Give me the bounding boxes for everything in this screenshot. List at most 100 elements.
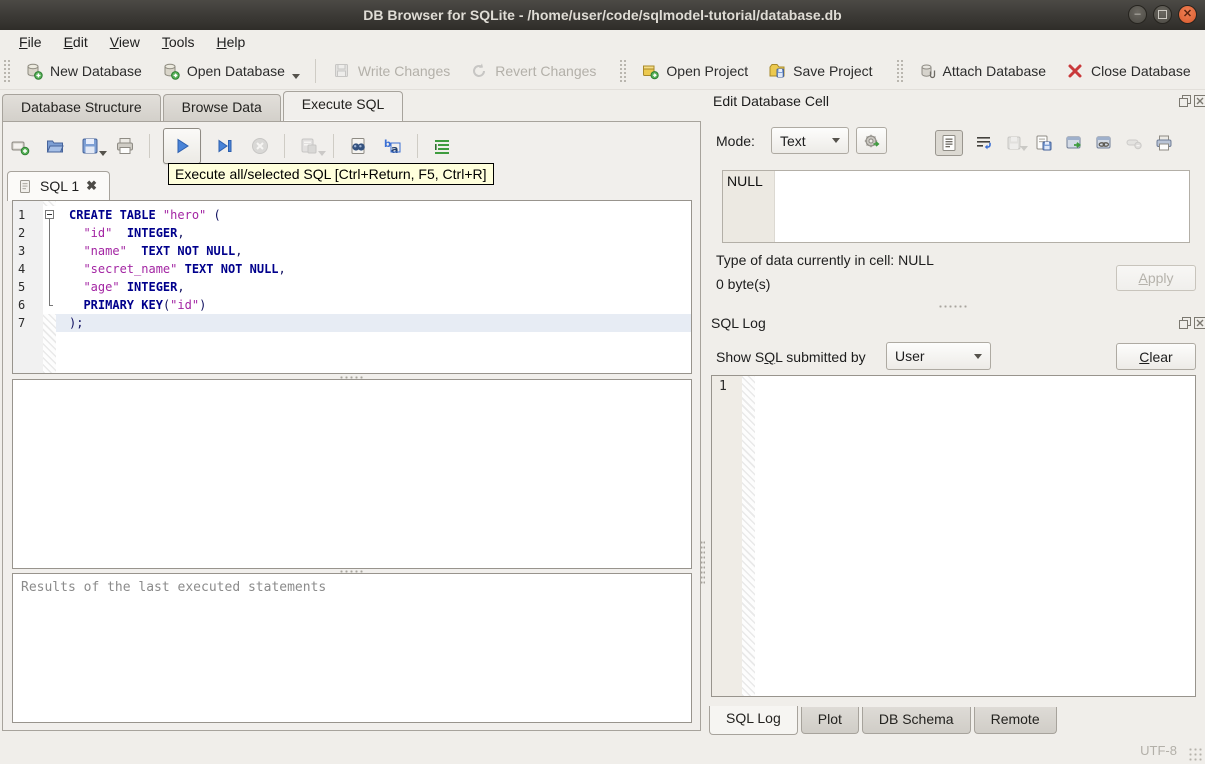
tab-db-schema[interactable]: DB Schema bbox=[861, 707, 971, 734]
save-project-button[interactable]: Save Project bbox=[757, 55, 881, 87]
results-message-panel[interactable]: Results of the last executed statements bbox=[12, 573, 692, 723]
write-changes-button: Write Changes bbox=[322, 55, 459, 87]
save-sql-file-icon[interactable] bbox=[79, 135, 107, 157]
cell-type-info: Type of data currently in cell: NULL bbox=[716, 252, 934, 268]
menu-view[interactable]: View bbox=[101, 32, 149, 52]
sql-tab-close-icon[interactable]: ✖ bbox=[86, 178, 97, 194]
fold-margin[interactable] bbox=[43, 206, 56, 224]
import-value-button[interactable] bbox=[856, 127, 887, 154]
minimize-button[interactable]: – bbox=[1128, 5, 1147, 24]
menu-edit[interactable]: Edit bbox=[55, 32, 97, 52]
sql-toolbar-separator bbox=[149, 134, 150, 158]
clear-log-button[interactable]: Clear bbox=[1116, 343, 1196, 370]
toolbar-handle[interactable] bbox=[3, 59, 11, 83]
save-as-value-icon[interactable] bbox=[1035, 134, 1053, 152]
new-database-button[interactable]: New Database bbox=[14, 55, 151, 87]
link-value-icon[interactable] bbox=[1095, 134, 1113, 152]
mode-select[interactable]: Text bbox=[771, 127, 849, 154]
close-dock-icon[interactable] bbox=[1194, 317, 1205, 329]
tab-database-structure[interactable]: Database Structure bbox=[2, 94, 161, 121]
open-database-dropdown-icon[interactable] bbox=[291, 74, 300, 79]
line-number: 4 bbox=[18, 262, 26, 276]
results-grid-panel[interactable] bbox=[12, 379, 692, 569]
fold-margin[interactable] bbox=[43, 242, 56, 260]
execute-all-button[interactable] bbox=[163, 128, 201, 164]
execute-current-line-icon[interactable] bbox=[214, 135, 236, 157]
open-database-button[interactable]: Open Database bbox=[151, 55, 309, 87]
save-results-icon bbox=[298, 135, 326, 157]
maximize-button[interactable] bbox=[1153, 5, 1172, 24]
print-icon[interactable] bbox=[114, 135, 136, 157]
print-value-icon[interactable] bbox=[1155, 134, 1173, 152]
word-wrap-icon[interactable] bbox=[975, 134, 993, 152]
line-number: 2 bbox=[18, 226, 26, 240]
close-button[interactable]: ✕ bbox=[1178, 5, 1197, 24]
sql-code-editor[interactable]: 1 CREATE TABLE "hero" ( 2 "id" INTEGER, … bbox=[12, 200, 692, 374]
close-database-button[interactable]: Close Database bbox=[1055, 55, 1200, 87]
fold-margin[interactable] bbox=[43, 260, 56, 278]
encoding-indicator[interactable]: UTF-8 bbox=[1140, 743, 1177, 758]
text-mode-button[interactable] bbox=[935, 130, 963, 156]
sql-tab-1[interactable]: SQL 1 ✖ bbox=[7, 171, 111, 201]
fold-margin[interactable] bbox=[43, 314, 56, 332]
tab-plot[interactable]: Plot bbox=[800, 707, 859, 734]
sql-document-icon bbox=[18, 179, 33, 194]
toolbar-handle[interactable] bbox=[895, 59, 904, 83]
open-database-label: Open Database bbox=[186, 63, 285, 79]
fold-margin[interactable] bbox=[43, 296, 56, 314]
close-dock-icon[interactable] bbox=[1194, 95, 1205, 107]
fold-toggle-icon[interactable] bbox=[45, 210, 54, 219]
line-number: 1 bbox=[18, 208, 26, 222]
menu-bar: File Edit View Tools Help bbox=[0, 30, 1205, 53]
sql-log-editor[interactable]: 1 bbox=[711, 375, 1196, 697]
tab-execute-sql[interactable]: Execute SQL bbox=[282, 91, 404, 121]
maximize-icon bbox=[1158, 10, 1167, 19]
new-sql-tab-icon[interactable] bbox=[9, 135, 31, 157]
clear-button-label: Clear bbox=[1139, 348, 1173, 365]
sql-toolbar-separator bbox=[284, 134, 285, 158]
open-database-icon bbox=[160, 60, 182, 82]
menu-file[interactable]: File bbox=[10, 32, 51, 52]
apply-button: Apply bbox=[1116, 265, 1196, 291]
code-line: 2 "id" INTEGER, bbox=[13, 224, 691, 242]
pane-splitter-handle[interactable] bbox=[700, 540, 705, 585]
format-sql-icon[interactable] bbox=[431, 135, 453, 157]
float-dock-icon[interactable] bbox=[1179, 95, 1191, 107]
log-filter-caret-icon bbox=[974, 353, 982, 359]
float-dock-icon[interactable] bbox=[1179, 317, 1191, 329]
save-sql-dropdown-icon[interactable] bbox=[99, 151, 107, 156]
main-toolbar: New Database Open Database Write Changes… bbox=[0, 53, 1205, 90]
close-database-icon bbox=[1064, 60, 1086, 82]
fold-margin[interactable] bbox=[43, 278, 56, 296]
cell-value-area[interactable] bbox=[775, 171, 1189, 242]
sql-tab-label: SQL 1 bbox=[40, 178, 80, 194]
open-value-icon bbox=[1005, 134, 1028, 152]
tab-browse-data[interactable]: Browse Data bbox=[162, 94, 281, 121]
attach-database-button[interactable]: Attach Database bbox=[907, 55, 1056, 87]
new-database-label: New Database bbox=[50, 63, 142, 79]
set-null-icon bbox=[1125, 134, 1143, 152]
sql-toolbar-separator bbox=[333, 134, 334, 158]
log-filter-select-value: User bbox=[895, 348, 925, 364]
revert-changes-icon bbox=[468, 60, 490, 82]
revert-changes-label: Revert Changes bbox=[495, 63, 597, 79]
close-database-label: Close Database bbox=[1091, 63, 1191, 79]
open-sql-file-icon[interactable] bbox=[44, 135, 66, 157]
menu-help[interactable]: Help bbox=[208, 32, 255, 52]
menu-tools[interactable]: Tools bbox=[153, 32, 204, 52]
find-icon[interactable] bbox=[347, 135, 369, 157]
tab-remote[interactable]: Remote bbox=[973, 707, 1057, 734]
line-number: 3 bbox=[18, 244, 26, 258]
log-filter-select[interactable]: User bbox=[886, 342, 991, 370]
cell-value-editor[interactable]: NULL bbox=[722, 170, 1190, 243]
toolbar-handle[interactable] bbox=[619, 59, 628, 83]
cell-size-info: 0 byte(s) bbox=[716, 276, 771, 292]
fold-margin[interactable] bbox=[43, 224, 56, 242]
resize-grip[interactable] bbox=[1188, 747, 1202, 761]
dock-splitter-handle[interactable] bbox=[938, 305, 968, 308]
export-value-icon[interactable] bbox=[1065, 134, 1083, 152]
auto-complete-icon[interactable]: ba bbox=[382, 135, 404, 157]
write-changes-icon bbox=[331, 60, 353, 82]
tab-sql-log[interactable]: SQL Log bbox=[709, 706, 798, 735]
open-project-button[interactable]: Open Project bbox=[630, 55, 757, 87]
